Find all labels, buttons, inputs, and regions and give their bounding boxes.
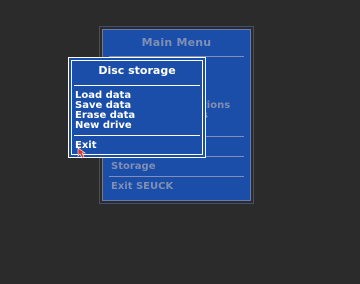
menu-item-new-drive[interactable]: New drive [75,121,132,131]
screen: Main Menu tions s Storage Exit SEUCK Dis… [0,0,360,284]
dialog-divider [74,85,200,86]
main-menu-item-exit-seuck[interactable]: Exit SEUCK [111,181,173,192]
dialog-title: Disc storage [98,64,176,77]
main-menu-item-storage[interactable]: Storage [111,161,155,172]
arrow-cursor-icon [77,147,86,159]
dialog-divider [74,135,200,136]
main-menu-title: Main Menu [141,36,212,49]
disc-storage-dialog: Disc storage Load data Save data Erase d… [68,57,206,158]
main-menu-divider [109,176,244,177]
